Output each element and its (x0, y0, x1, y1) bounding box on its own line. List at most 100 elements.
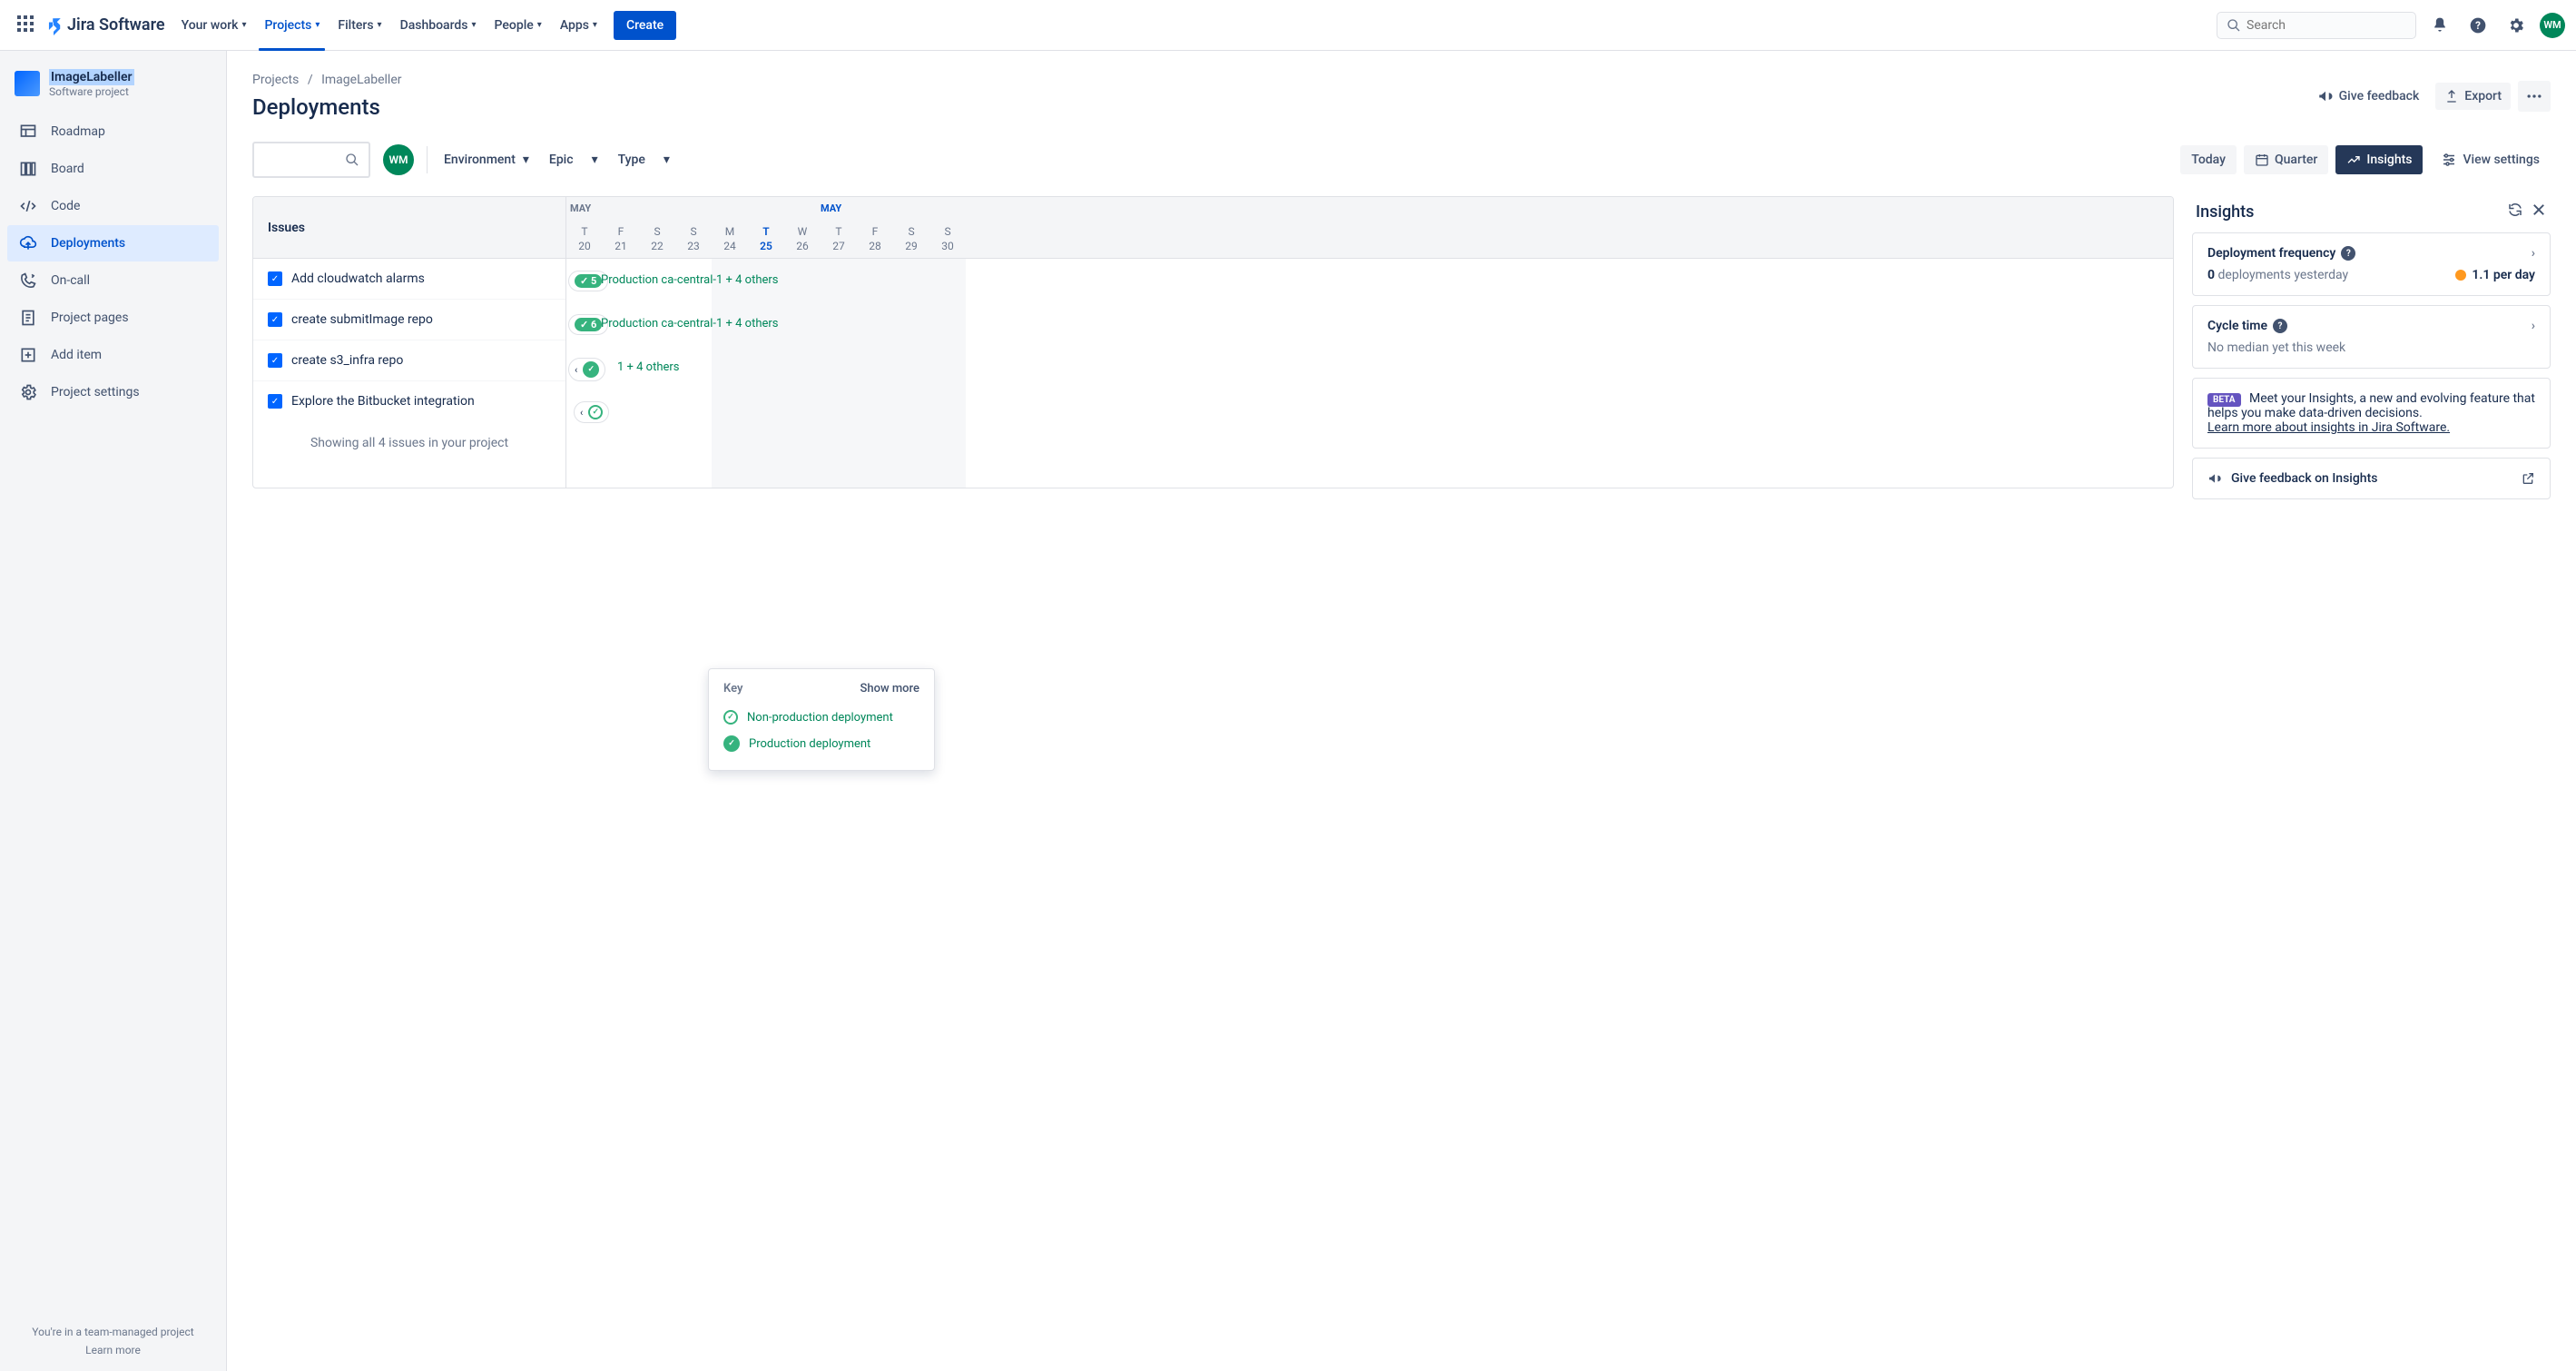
sidebar-icon (18, 271, 38, 290)
global-search[interactable] (2217, 12, 2416, 39)
search-input[interactable] (2247, 18, 2406, 33)
issues-footer: Showing all 4 issues in your project (253, 421, 565, 465)
sidebar-icon (18, 309, 38, 327)
key-legend: Key Show more ✓ Non-production deploymen… (708, 668, 935, 771)
day-23: S23 (675, 197, 712, 258)
view-settings-button[interactable]: View settings (2430, 144, 2551, 175)
jira-logo[interactable]: Jira Software (44, 15, 165, 35)
day-28: F28 (857, 197, 893, 258)
issue-type-icon: ✓ (268, 394, 282, 409)
user-avatar[interactable]: WM (2540, 13, 2565, 38)
search-icon (2227, 18, 2241, 33)
deployment-pill[interactable]: ‹✓ (574, 401, 609, 423)
show-more-link[interactable]: Show more (860, 682, 920, 695)
sidebar-item-deployments[interactable]: Deployments (7, 225, 219, 261)
export-icon (2444, 89, 2459, 104)
day-26: W26 (784, 197, 821, 258)
give-feedback-insights-card[interactable]: Give feedback on Insights (2192, 458, 2551, 499)
day-29: S29 (893, 197, 929, 258)
day-27: T27 (821, 197, 857, 258)
deployment-text: Production ca-central-1 + 4 others (601, 273, 779, 287)
sidebar-icon (18, 123, 38, 141)
legend-prod: ✓ Production deployment (723, 730, 919, 757)
sidebar-item-on-call[interactable]: On-call (7, 262, 219, 299)
sidebar-item-board[interactable]: Board (7, 151, 219, 187)
warning-dot-icon (2455, 270, 2466, 281)
check-filled-icon: ✓ (723, 735, 740, 752)
learn-more-link[interactable]: Learn more (15, 1344, 211, 1356)
environment-filter[interactable]: Environment▾ (440, 145, 533, 174)
issue-row[interactable]: ✓Add cloudwatch alarms (253, 259, 565, 299)
notifications-icon[interactable] (2425, 11, 2454, 40)
breadcrumb-project[interactable]: ImageLabeller (321, 73, 401, 87)
sidebar-icon (18, 346, 38, 364)
refresh-icon[interactable] (2507, 202, 2523, 222)
product-name: Jira Software (67, 15, 165, 35)
breadcrumb: Projects / ImageLabeller (252, 73, 402, 87)
beta-badge: BETA (2207, 393, 2241, 407)
give-feedback-button[interactable]: Give feedback (2308, 82, 2429, 111)
issue-type-icon: ✓ (268, 271, 282, 286)
issue-type-icon: ✓ (268, 353, 282, 368)
nav-projects[interactable]: Projects▾ (255, 11, 329, 40)
nav-apps[interactable]: Apps▾ (551, 11, 606, 40)
create-button[interactable]: Create (614, 11, 676, 40)
day-25: T25 (748, 197, 784, 258)
deployment-frequency-card[interactable]: Deployment frequency ? › 0 deployments y… (2192, 232, 2551, 296)
megaphone-icon (2317, 88, 2334, 104)
sliders-icon (2441, 152, 2457, 168)
sidebar-item-project-pages[interactable]: Project pages (7, 300, 219, 336)
app-switcher-icon[interactable] (11, 9, 40, 42)
insights-title: Insights (2196, 202, 2254, 222)
external-link-icon (2521, 471, 2535, 486)
sidebar-item-add-item[interactable]: Add item (7, 337, 219, 373)
breadcrumb-projects[interactable]: Projects (252, 73, 299, 87)
today-button[interactable]: Today (2180, 145, 2237, 174)
nav-people[interactable]: People▾ (486, 11, 551, 40)
settings-icon[interactable] (2502, 11, 2531, 40)
sidebar-item-roadmap[interactable]: Roadmap (7, 113, 219, 150)
sidebar-item-code[interactable]: Code (7, 188, 219, 224)
sidebar-icon (18, 160, 38, 178)
chevron-right-icon: › (2532, 319, 2535, 333)
cycle-time-card[interactable]: Cycle time ? › No median yet this week (2192, 305, 2551, 369)
sidebar-icon (18, 234, 38, 252)
nav-filters[interactable]: Filters▾ (329, 11, 390, 40)
type-filter[interactable]: Type▾ (615, 145, 673, 174)
issue-row[interactable]: ✓create submitImage repo (253, 299, 565, 340)
issues-column-header: Issues (253, 197, 565, 259)
day-20: T20 (566, 197, 603, 258)
help-icon[interactable]: ? (2341, 246, 2355, 261)
day-22: S22 (639, 197, 675, 258)
issue-search[interactable] (252, 142, 370, 178)
assignee-avatar[interactable]: WM (383, 144, 414, 175)
calendar-icon (2255, 153, 2269, 167)
deployment-text: Production ca-central-1 + 4 others (601, 317, 779, 330)
legend-nonprod: ✓ Non-production deployment (723, 705, 919, 730)
help-icon[interactable]: ? (2273, 319, 2287, 333)
project-name: ImageLabeller (49, 69, 134, 85)
project-type: Software project (49, 85, 134, 98)
nav-your-work[interactable]: Your work▾ (172, 11, 256, 40)
check-outline-icon: ✓ (723, 710, 738, 725)
megaphone-icon (2207, 471, 2222, 486)
nav-dashboards[interactable]: Dashboards▾ (391, 11, 486, 40)
sidebar-item-project-settings[interactable]: Project settings (7, 374, 219, 410)
insights-toggle[interactable]: Insights (2335, 145, 2423, 174)
day-24: M24 (712, 197, 748, 258)
sidebar-icon (18, 383, 38, 401)
quarter-button[interactable]: Quarter (2244, 145, 2328, 174)
day-21: F21 (603, 197, 639, 258)
issue-row[interactable]: ✓Explore the Bitbucket integration (253, 380, 565, 421)
export-button[interactable]: Export (2435, 83, 2511, 110)
chevron-right-icon: › (2532, 246, 2535, 261)
help-icon[interactable]: ? (2463, 11, 2492, 40)
issue-row[interactable]: ✓create s3_infra repo (253, 340, 565, 380)
more-actions-button[interactable] (2518, 81, 2551, 112)
learn-more-insights-link[interactable]: Learn more about insights in Jira Softwa… (2207, 420, 2450, 435)
deployment-pill[interactable]: ‹✓ (568, 358, 605, 381)
issue-type-icon: ✓ (268, 312, 282, 327)
epic-filter[interactable]: Epic▾ (546, 145, 602, 174)
close-insights-icon[interactable] (2531, 202, 2547, 222)
page-title: Deployments (252, 94, 402, 120)
